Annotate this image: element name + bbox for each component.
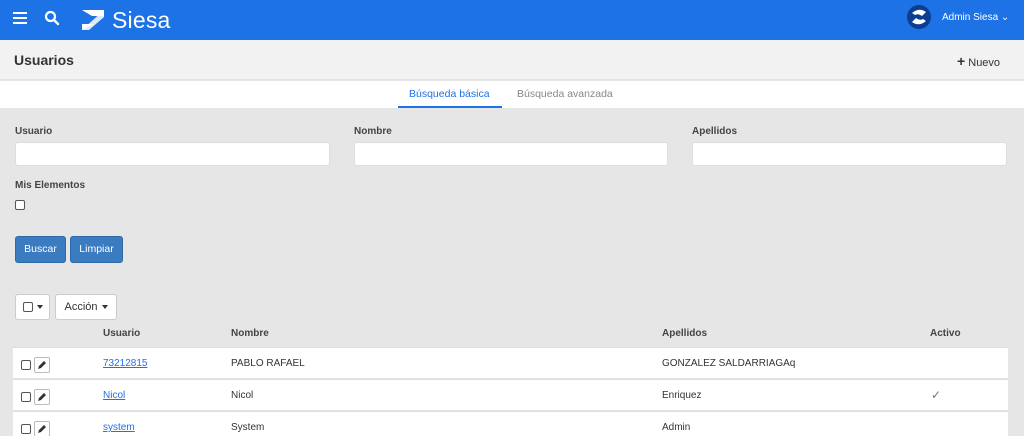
active-tab-indicator: [398, 106, 502, 108]
nombre-label: Nombre: [354, 126, 392, 137]
edit-button[interactable]: [34, 421, 50, 436]
new-button[interactable]: + Nuevo: [957, 53, 1000, 69]
pencil-icon: [38, 361, 46, 369]
mis-elementos-checkbox[interactable]: [15, 200, 25, 210]
pencil-icon: [38, 393, 46, 401]
nombre-cell: System: [231, 422, 265, 433]
usuario-link[interactable]: system: [103, 422, 135, 433]
caret-down-icon: [101, 305, 108, 309]
search-tabs: Búsqueda básica Búsqueda avanzada: [0, 81, 1024, 108]
select-all-checkbox: [22, 302, 33, 312]
table-row: Nicol Nicol Enriquez ✓: [13, 379, 1008, 410]
tab-busqueda-avanzada[interactable]: Búsqueda avanzada: [517, 88, 613, 100]
usuario-input[interactable]: [15, 142, 330, 166]
apellidos-input[interactable]: [692, 142, 1007, 166]
mis-elementos-label: Mis Elementos: [15, 180, 86, 191]
column-header-nombre[interactable]: Nombre: [231, 328, 269, 339]
table-row: 73212815 PABLO RAFAEL GONZALEZ SALDARRIA…: [13, 347, 1008, 378]
edit-button[interactable]: [34, 357, 50, 373]
accion-dropdown[interactable]: Acción: [55, 294, 117, 320]
nombre-cell: PABLO RAFAEL: [231, 358, 305, 369]
user-menu[interactable]: Admin Siesa ⌄: [942, 12, 1009, 23]
column-header-apellidos[interactable]: Apellidos: [662, 328, 707, 339]
checkmark-icon: ✓: [931, 388, 942, 402]
buscar-button[interactable]: Buscar: [15, 236, 66, 263]
siesa-logo-icon: [82, 10, 104, 30]
row-checkbox[interactable]: [21, 360, 31, 370]
apellidos-cell: GONZALEZ SALDARRIAGAq: [662, 358, 796, 369]
accion-label: Acción: [64, 301, 98, 313]
tab-busqueda-basica[interactable]: Búsqueda básica: [409, 88, 490, 100]
new-button-label: Nuevo: [968, 57, 1001, 69]
plus-icon: +: [957, 53, 966, 69]
nombre-cell: Nicol: [231, 390, 254, 401]
page-header: Usuarios + Nuevo: [0, 40, 1024, 80]
limpiar-button[interactable]: Limpiar: [70, 236, 123, 263]
user-avatar-icon[interactable]: [906, 4, 932, 30]
select-all-dropdown[interactable]: [15, 294, 50, 320]
caret-down-icon: [36, 305, 43, 309]
nombre-input[interactable]: [354, 142, 668, 166]
table-row: system System Admin: [13, 411, 1008, 436]
usuario-link[interactable]: 73212815: [103, 358, 148, 369]
apellidos-cell: Enriquez: [662, 390, 702, 401]
apellidos-cell: Admin: [662, 422, 691, 433]
column-header-activo[interactable]: Activo: [930, 328, 961, 339]
column-header-usuario[interactable]: Usuario: [103, 328, 140, 339]
top-navbar: Siesa Admin Siesa ⌄: [0, 0, 1024, 40]
row-checkbox[interactable]: [21, 424, 31, 434]
edit-button[interactable]: [34, 389, 50, 405]
pencil-icon: [38, 425, 46, 433]
brand[interactable]: Siesa: [80, 5, 171, 35]
menu-icon[interactable]: [13, 12, 27, 26]
page-title: Usuarios: [14, 52, 74, 68]
apellidos-label: Apellidos: [692, 126, 738, 137]
brand-name: Siesa: [112, 6, 171, 33]
usuario-label: Usuario: [15, 126, 53, 137]
row-checkbox[interactable]: [21, 392, 31, 402]
search-icon[interactable]: [44, 10, 60, 26]
usuario-link[interactable]: Nicol: [103, 390, 125, 401]
